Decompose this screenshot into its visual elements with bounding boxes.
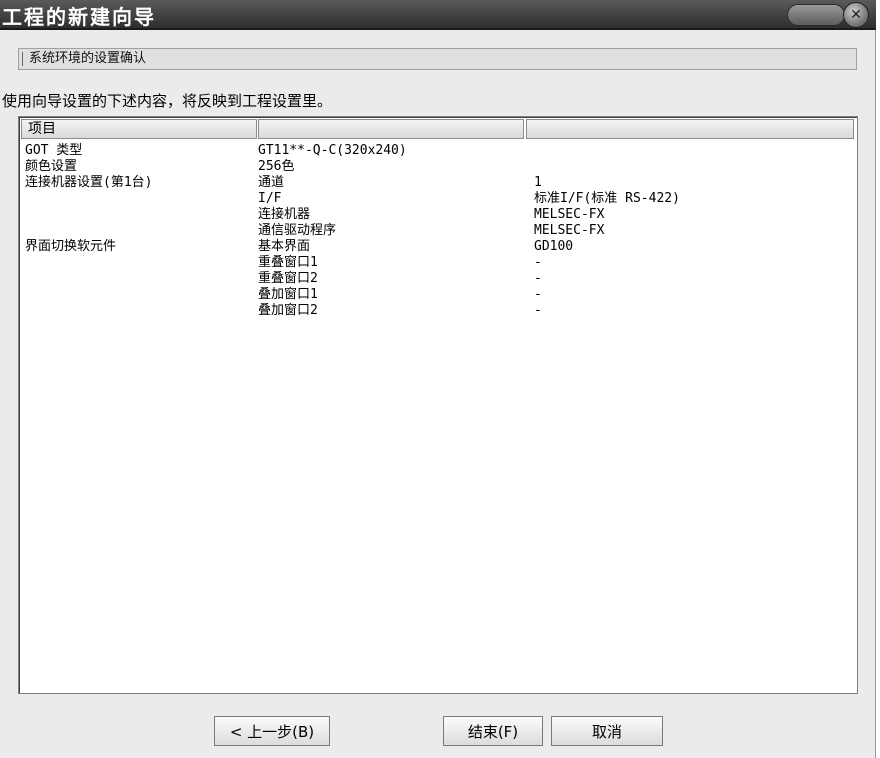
table-row[interactable]: 界面切换软元件 基本界面 GD100 — [19, 239, 855, 255]
table-row[interactable]: GOT 类型 GT11**-Q-C(320x240) — [19, 143, 855, 159]
settings-rows: GOT 类型 GT11**-Q-C(320x240) 颜色设置 256色 连接机… — [19, 143, 855, 319]
row-setting: 重叠窗口2 — [258, 271, 318, 286]
table-row[interactable]: 重叠窗口1 - — [19, 255, 855, 271]
row-setting: 基本界面 — [258, 239, 311, 254]
row-value: MELSEC-FX — [534, 223, 605, 238]
instruction-text: 使用向导设置的下述内容，将反映到工程设置里。 — [2, 92, 333, 110]
wizard-window: 工程的新建向导 ✕ 系统环境的设置确认 使用向导设置的下述内容，将反映到工程设置… — [0, 0, 876, 758]
row-item: 界面切换软元件 — [25, 239, 117, 254]
row-value: 标准I/F(标准 RS-422) — [534, 191, 680, 206]
row-value: MELSEC-FX — [534, 207, 605, 222]
row-item: GOT 类型 — [25, 143, 83, 158]
column-header-item[interactable]: 项目 — [21, 119, 257, 139]
row-value: - — [534, 255, 542, 270]
row-setting: 重叠窗口1 — [258, 255, 318, 270]
title-bar-pill[interactable] — [787, 4, 845, 26]
row-value: - — [534, 287, 542, 302]
row-setting: 叠加窗口1 — [258, 287, 318, 302]
window-title: 工程的新建向导 — [2, 5, 156, 29]
row-setting: 通道 — [258, 175, 285, 190]
cancel-button[interactable]: 取消 — [551, 716, 663, 746]
close-icon[interactable]: ✕ — [843, 2, 869, 28]
row-setting: 通信驱动程序 — [258, 223, 337, 238]
row-value: 1 — [534, 175, 542, 190]
title-bar[interactable]: 工程的新建向导 ✕ — [0, 0, 876, 30]
table-row[interactable]: I/F 标准I/F(标准 RS-422) — [19, 191, 855, 207]
table-row[interactable]: 叠加窗口1 - — [19, 287, 855, 303]
table-row[interactable]: 颜色设置 256色 — [19, 159, 855, 175]
row-setting: I/F — [258, 191, 282, 206]
settings-list[interactable]: 项目 GOT 类型 GT11**-Q-C(320x240) 颜色设置 256色 … — [18, 116, 858, 694]
row-value: - — [534, 271, 542, 286]
row-item: 连接机器设置(第1台) — [25, 175, 153, 190]
row-item: 颜色设置 — [25, 159, 78, 174]
finish-button[interactable]: 结束(F) — [443, 716, 543, 746]
row-setting: GT11**-Q-C(320x240) — [258, 143, 407, 158]
table-row[interactable]: 重叠窗口2 - — [19, 271, 855, 287]
table-row[interactable]: 连接机器设置(第1台) 通道 1 — [19, 175, 855, 191]
row-setting: 256色 — [258, 159, 295, 174]
column-header-value[interactable] — [526, 119, 854, 139]
table-row[interactable]: 叠加窗口2 - — [19, 303, 855, 319]
row-value: GD100 — [534, 239, 574, 254]
table-row[interactable]: 通信驱动程序 MELSEC-FX — [19, 223, 855, 239]
column-header-setting[interactable] — [258, 119, 524, 139]
table-row[interactable]: 连接机器 MELSEC-FX — [19, 207, 855, 223]
row-value: - — [534, 303, 542, 318]
row-setting: 连接机器 — [258, 207, 311, 222]
prev-button[interactable]: < 上一步(B) — [214, 716, 330, 746]
row-setting: 叠加窗口2 — [258, 303, 318, 318]
section-header: 系统环境的设置确认 — [18, 48, 857, 70]
